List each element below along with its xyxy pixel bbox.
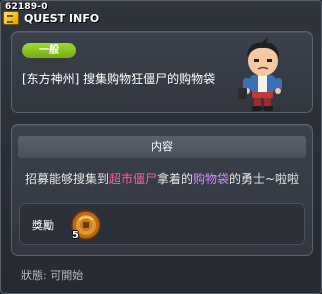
desc-text: 的勇士~啦啦 <box>229 172 300 186</box>
quest-info-window: 62189-0 QUEST INFO 一般 [东方神州] 搜集购物狂僵尸的购物袋 <box>0 0 322 294</box>
desc-monster-highlight: 超市僵尸 <box>108 172 157 186</box>
desc-item-highlight: 购物袋 <box>192 172 229 186</box>
desc-text: 拿着的 <box>156 172 193 186</box>
quest-name: [东方神州] 搜集购物狂僵尸的购物袋 <box>22 72 216 86</box>
quest-icon <box>3 11 19 25</box>
quest-status: 狀態: 可開始 <box>21 269 84 282</box>
quest-summary-panel: 一般 [东方神州] 搜集购物狂僵尸的购物袋 <box>11 31 313 113</box>
reward-box: 獎勵 5 <box>19 203 305 245</box>
reward-label: 獎勵 <box>32 219 54 232</box>
title-bar: QUEST INFO <box>3 11 99 25</box>
content-header: 内容 <box>18 136 306 158</box>
window-title: QUEST INFO <box>24 11 100 25</box>
reward-count: 5 <box>72 230 79 241</box>
npc-portrait <box>238 37 282 111</box>
desc-text: 招募能够搜集到 <box>24 172 109 186</box>
category-badge: 一般 <box>22 43 76 58</box>
quest-detail-panel: 内容 招募能够搜集到超市僵尸拿着的购物袋的勇士~啦啦 獎勵 5 <box>11 124 313 256</box>
quest-description: 招募能够搜集到超市僵尸拿着的购物袋的勇士~啦啦 <box>12 170 312 187</box>
